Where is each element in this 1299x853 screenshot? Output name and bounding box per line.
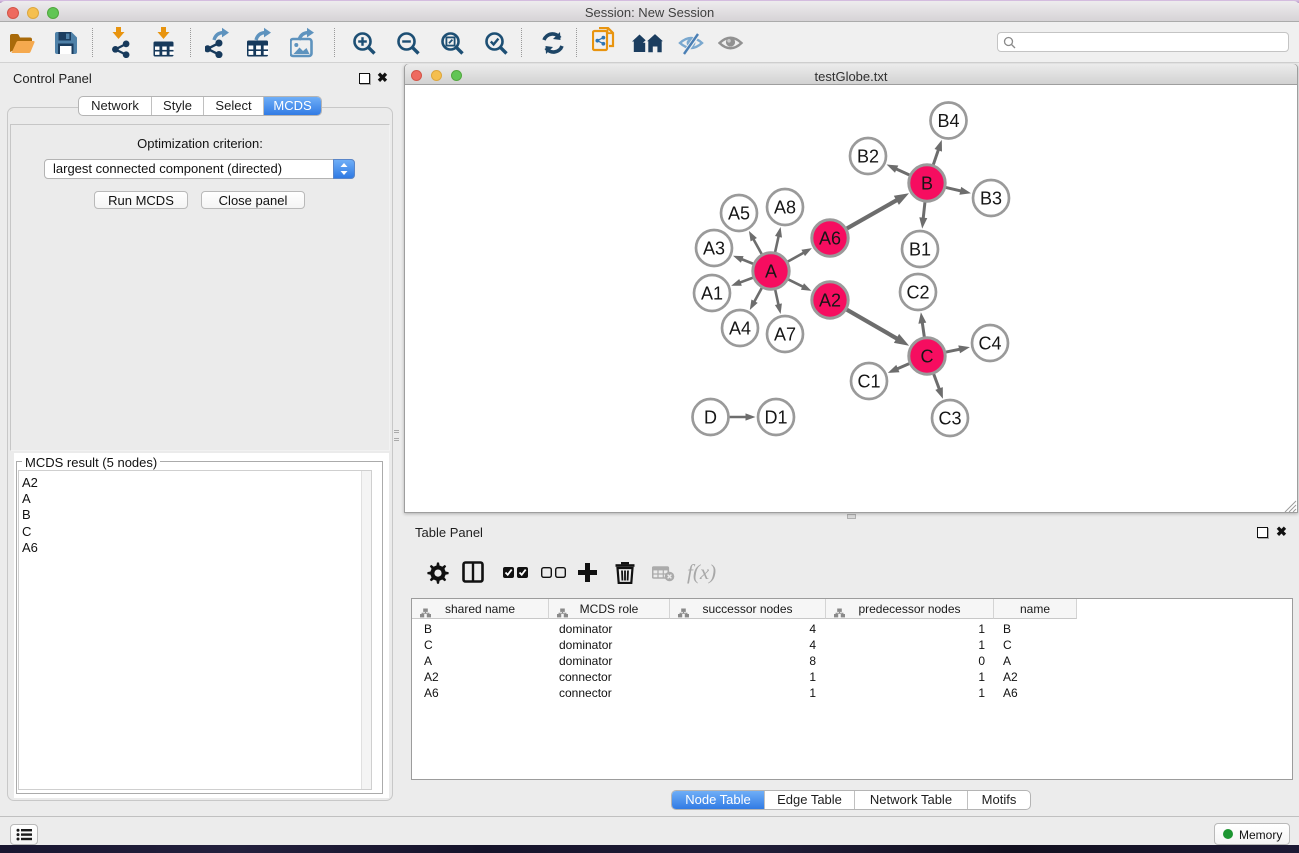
svg-text:A2: A2 bbox=[819, 290, 841, 310]
svg-text:C1: C1 bbox=[857, 371, 880, 391]
svg-text:C2: C2 bbox=[906, 282, 929, 302]
svg-text:B3: B3 bbox=[980, 188, 1002, 208]
svg-text:A5: A5 bbox=[728, 203, 750, 223]
svg-text:A1: A1 bbox=[701, 283, 723, 303]
svg-text:A3: A3 bbox=[703, 238, 725, 258]
svg-text:C3: C3 bbox=[938, 408, 961, 428]
svg-text:A7: A7 bbox=[774, 324, 796, 344]
svg-text:A: A bbox=[765, 261, 777, 281]
svg-text:B2: B2 bbox=[857, 146, 879, 166]
svg-text:C4: C4 bbox=[978, 333, 1001, 353]
svg-text:B1: B1 bbox=[909, 239, 931, 259]
svg-text:A8: A8 bbox=[774, 197, 796, 217]
svg-text:C: C bbox=[921, 346, 934, 366]
svg-text:D1: D1 bbox=[764, 407, 787, 427]
svg-text:D: D bbox=[704, 407, 717, 427]
svg-text:B: B bbox=[921, 173, 933, 193]
svg-text:A6: A6 bbox=[819, 228, 841, 248]
svg-text:B4: B4 bbox=[937, 111, 959, 131]
svg-text:A4: A4 bbox=[729, 318, 751, 338]
